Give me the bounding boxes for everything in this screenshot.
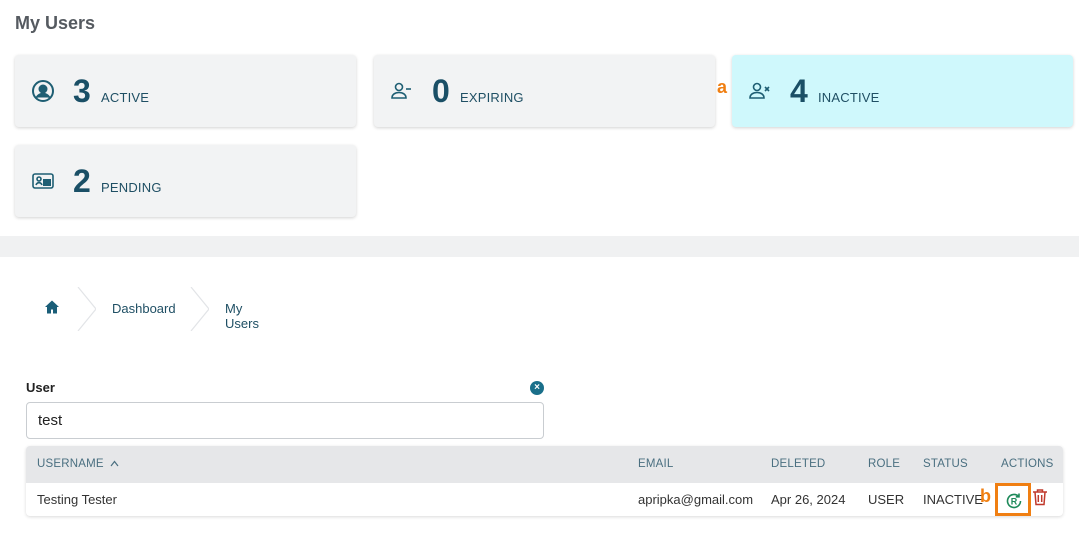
section-divider	[0, 236, 1079, 257]
annotation-marker-a: a	[717, 77, 728, 97]
column-header-role[interactable]: ROLE	[868, 458, 900, 470]
stat-count: 0	[432, 73, 450, 109]
stat-count: 3	[73, 73, 91, 109]
breadcrumb-separator	[190, 287, 209, 331]
stat-label: EXPIRING	[460, 90, 524, 105]
cell-username: Testing Tester	[37, 492, 117, 507]
restore-user-button[interactable]: R	[995, 483, 1031, 516]
sort-ascending-icon	[110, 458, 119, 470]
cell-status: INACTIVE	[923, 492, 983, 507]
breadcrumb-item-dashboard[interactable]: Dashboard	[112, 301, 176, 316]
user-circle-icon	[31, 79, 57, 103]
delete-user-button[interactable]	[1032, 488, 1050, 508]
column-header-email[interactable]: EMAIL	[638, 458, 674, 470]
cell-email: apripka@gmail.com	[638, 492, 754, 507]
user-minus-icon	[390, 79, 416, 103]
column-header-actions: ACTIONS	[1001, 458, 1054, 470]
column-header-status[interactable]: STATUS	[923, 458, 968, 470]
svg-text:R: R	[1011, 497, 1018, 507]
stat-card-active[interactable]: 3 ACTIVE	[15, 55, 356, 127]
user-x-icon	[748, 79, 774, 103]
user-filter-label: User	[26, 380, 55, 395]
stat-label: INACTIVE	[818, 90, 880, 105]
annotation-marker-b: b	[980, 486, 991, 506]
stat-label: PENDING	[101, 180, 162, 195]
column-header-username[interactable]: USERNAME	[37, 458, 119, 470]
breadcrumb-separator	[77, 287, 96, 331]
stat-card-expiring[interactable]: 0 EXPIRING	[374, 55, 715, 127]
users-table: USERNAME EMAIL DELETED ROLE STATUS ACTIO…	[26, 446, 1063, 516]
column-header-deleted[interactable]: DELETED	[771, 458, 825, 470]
user-filter-input[interactable]	[26, 402, 544, 439]
home-icon[interactable]	[44, 299, 62, 317]
trash-icon	[1032, 489, 1048, 510]
summary-panel: My Users 3 ACTIVE 0 EXPIRING 4 INACTIVE …	[0, 0, 1079, 236]
page-title: My Users	[15, 13, 96, 33]
stat-label: ACTIVE	[101, 90, 150, 105]
table-header: USERNAME EMAIL DELETED ROLE STATUS ACTIO…	[26, 446, 1063, 483]
clear-filter-icon[interactable]: ×	[530, 381, 544, 395]
stat-card-inactive[interactable]: 4 INACTIVE	[732, 55, 1073, 127]
cell-deleted: Apr 26, 2024	[771, 492, 846, 507]
breadcrumb-item-my-users[interactable]: My Users	[225, 301, 259, 331]
stat-card-pending[interactable]: 2 PENDING	[15, 145, 356, 217]
stat-count: 2	[73, 163, 91, 199]
stat-count: 4	[790, 73, 808, 109]
id-card-icon	[31, 169, 57, 193]
cell-role: USER	[868, 492, 905, 507]
